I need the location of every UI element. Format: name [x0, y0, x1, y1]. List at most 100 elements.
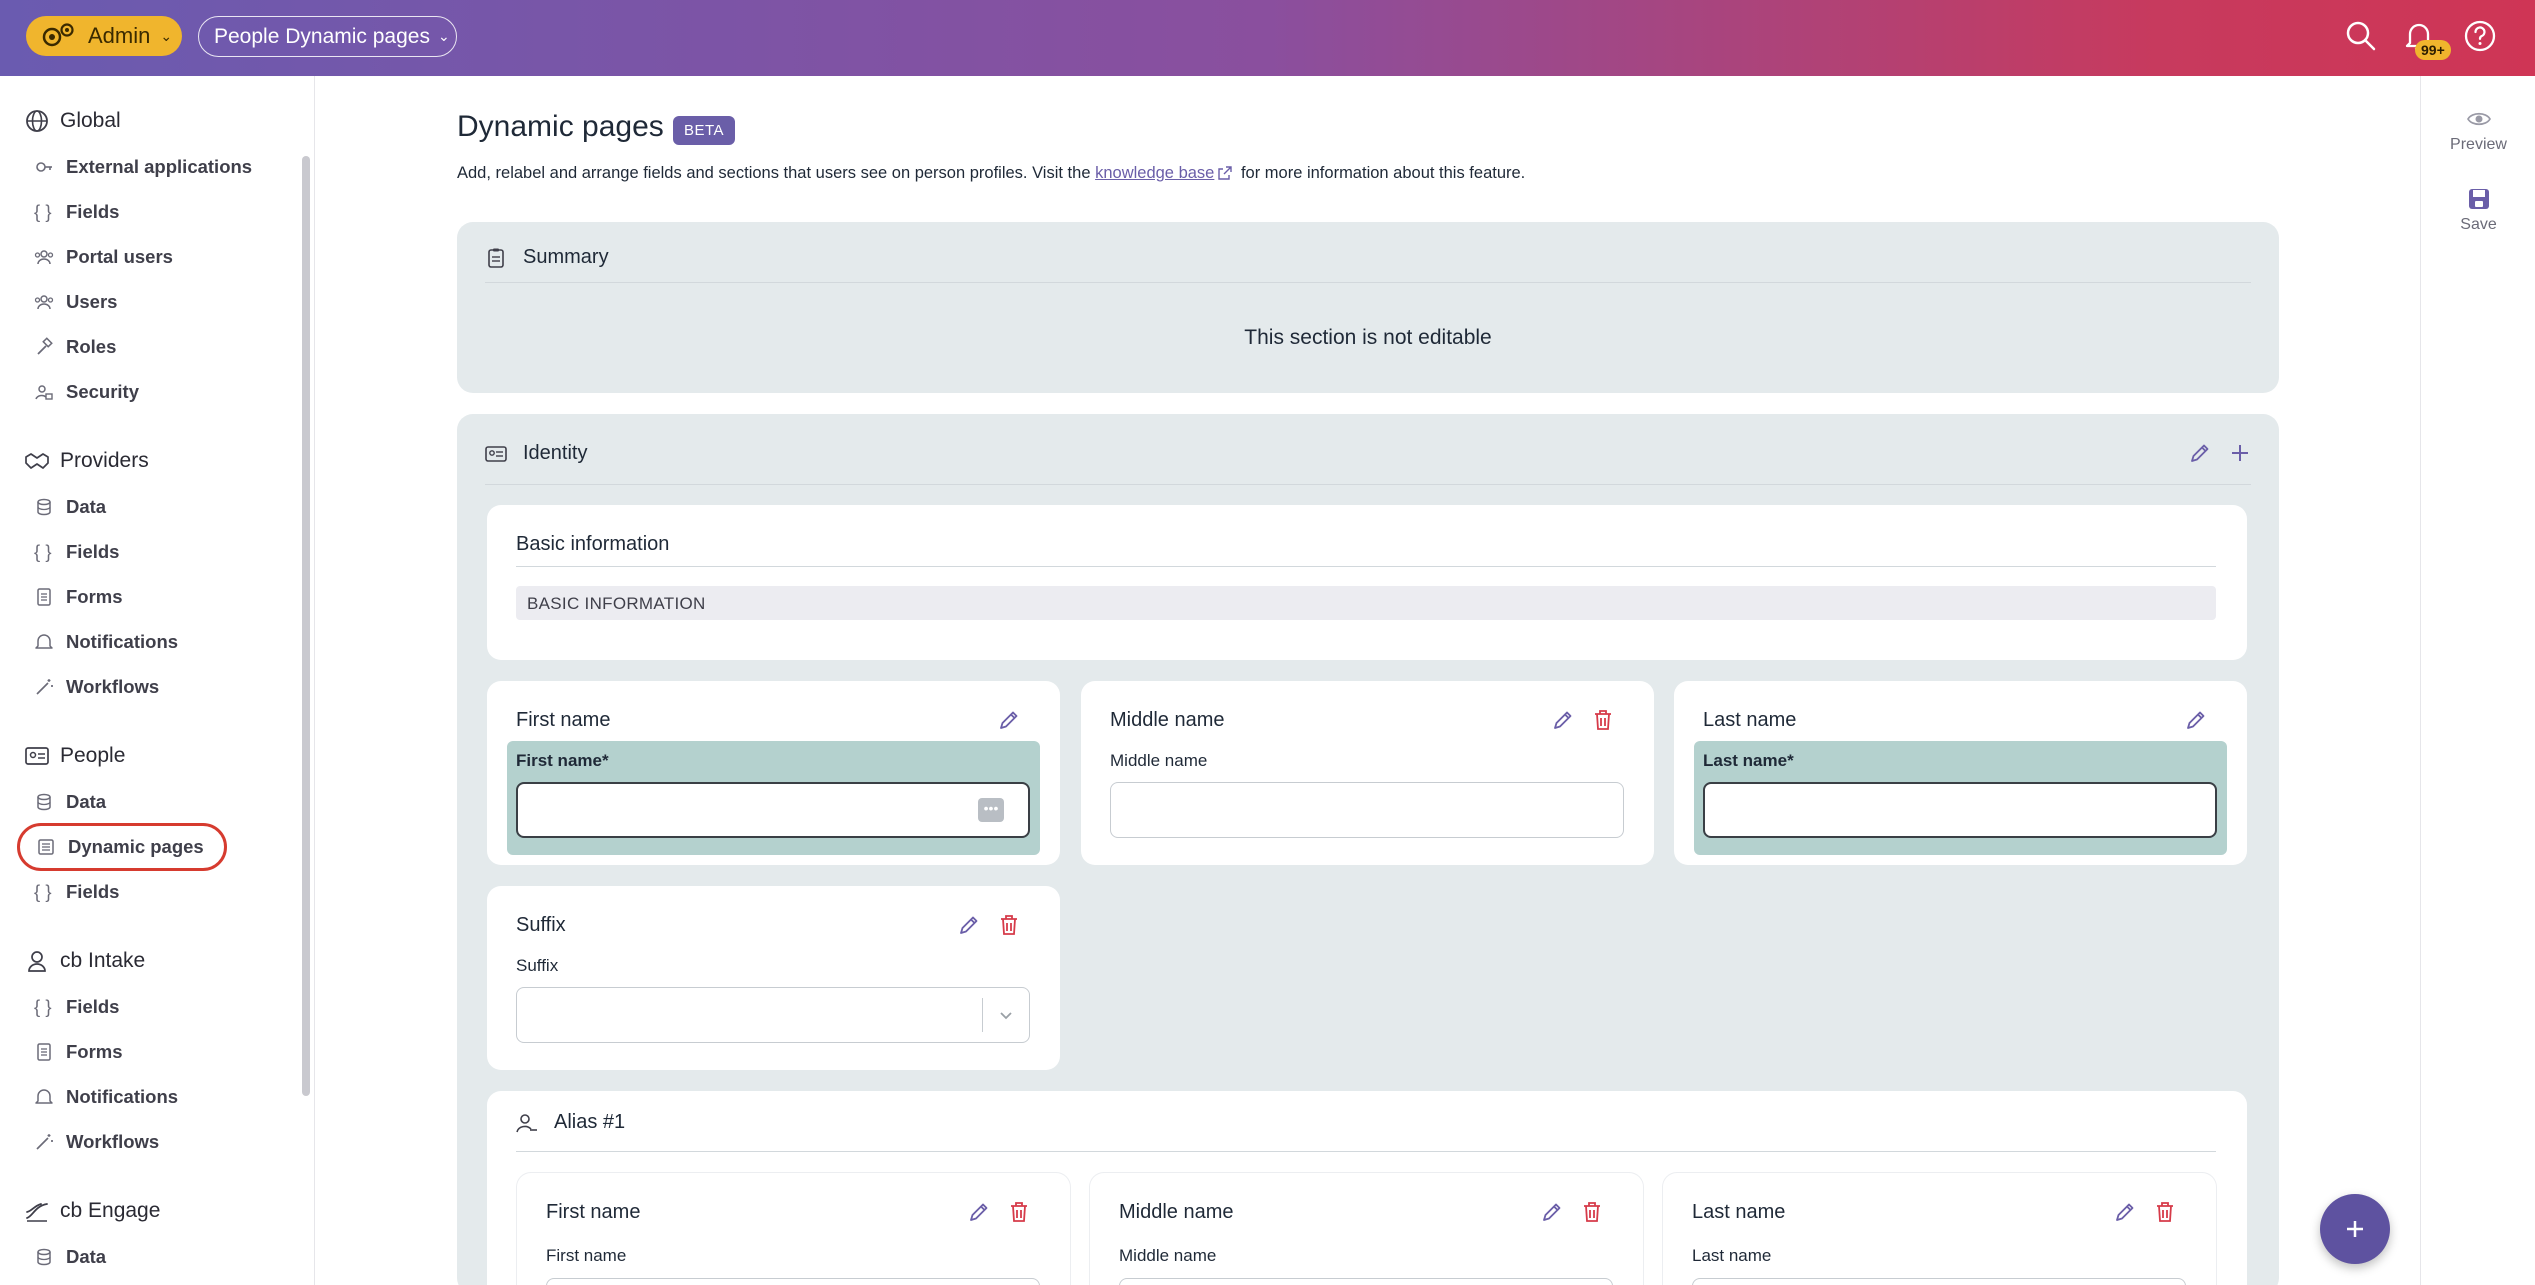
- field-card-title: First name: [516, 709, 611, 731]
- eye-icon: [2466, 112, 2491, 126]
- chevron-down-icon[interactable]: [997, 1006, 1015, 1024]
- sidebar-item-intake-workflows[interactable]: Workflows: [34, 1131, 159, 1153]
- knowledge-base-link[interactable]: knowledge base: [1095, 164, 1214, 182]
- field-card-middle-name[interactable]: Middle name Middle name: [1081, 681, 1654, 865]
- bell-icon: [35, 1089, 53, 1104]
- trash-icon[interactable]: [2152, 1199, 2178, 1225]
- alias-field-card-last-name[interactable]: Last name Last name: [1663, 1173, 2216, 1285]
- alias-header: Alias #1: [516, 1111, 625, 1134]
- trash-icon[interactable]: [1590, 707, 1616, 733]
- page-selector[interactable]: People Dynamic pages ⌄: [198, 16, 457, 57]
- field-card-last-name[interactable]: Last name Last name*: [1674, 681, 2247, 865]
- admin-menu-button[interactable]: Admin ⌄: [26, 16, 182, 56]
- chevron-down-icon: ⌄: [437, 28, 450, 44]
- sidebar-item-dynamic-pages[interactable]: Dynamic pages: [17, 823, 227, 871]
- sidebar-scrollbar[interactable]: [302, 156, 310, 1096]
- sidebar-item-people-data[interactable]: Data: [34, 791, 106, 813]
- sidebar: Global External applications { } Fields …: [0, 76, 315, 1285]
- notification-count-badge: 99+: [2415, 40, 2451, 60]
- divider: [485, 282, 2251, 283]
- sidebar-item-fields[interactable]: { } Fields: [34, 201, 119, 223]
- save-icon: [2468, 189, 2489, 209]
- sidebar-item-portal-users[interactable]: Portal users: [34, 246, 173, 268]
- pencil-icon[interactable]: [2187, 440, 2213, 466]
- sidebar-item-providers-fields[interactable]: { } Fields: [34, 541, 119, 563]
- divider: [516, 1151, 2216, 1152]
- save-button[interactable]: Save: [2421, 186, 2535, 234]
- pencil-icon[interactable]: [956, 912, 982, 938]
- field-card-title: Last name: [1692, 1201, 1786, 1223]
- pencil-icon[interactable]: [2183, 707, 2209, 733]
- bell-icon: [35, 634, 53, 649]
- preview-button[interactable]: Preview: [2421, 106, 2535, 154]
- field-card-suffix[interactable]: Suffix Suffix: [487, 886, 1060, 1070]
- pencil-icon[interactable]: [1539, 1199, 1565, 1225]
- sidebar-item-intake-notifications[interactable]: Notifications: [34, 1086, 178, 1108]
- plus-icon: [2347, 1221, 2363, 1237]
- sidebar-item-engage-data[interactable]: Data: [34, 1246, 106, 1268]
- add-floating-button[interactable]: [2320, 1194, 2390, 1264]
- sidebar-item-users[interactable]: Users: [34, 291, 117, 313]
- alias-title: Alias #1: [554, 1111, 626, 1133]
- alias-field-card-first-name[interactable]: First name First name: [517, 1173, 1070, 1285]
- user-alias-icon: [516, 1113, 537, 1132]
- sidebar-item-external-applications[interactable]: External applications: [34, 156, 252, 178]
- page-title: Dynamic pages: [457, 110, 664, 143]
- sidebar-item-providers-forms[interactable]: Forms: [34, 586, 123, 608]
- users-group-icon: [34, 250, 54, 265]
- page-description: Add, relabel and arrange fields and sect…: [457, 164, 1526, 182]
- field-card-title: First name: [546, 1201, 641, 1223]
- sidebar-item-providers-notifications[interactable]: Notifications: [34, 631, 178, 653]
- more-options-icon[interactable]: •••: [978, 798, 1004, 822]
- right-rail: Preview Save: [2420, 76, 2535, 1285]
- engage-icon: [26, 1203, 48, 1222]
- sidebar-item-roles[interactable]: Roles: [34, 336, 116, 358]
- sidebar-item-security[interactable]: Security: [34, 381, 139, 403]
- sidebar-item-providers-data[interactable]: Data: [34, 496, 106, 518]
- gears-icon: [42, 23, 74, 47]
- pencil-icon[interactable]: [1550, 707, 1576, 733]
- field-card-first-name[interactable]: First name First name* •••: [487, 681, 1060, 865]
- form-icon: [37, 1043, 51, 1061]
- sidebar-item-people-fields[interactable]: { } Fields: [34, 881, 119, 903]
- database-icon: [37, 1248, 51, 1266]
- braces-icon: { }: [34, 201, 52, 222]
- pencil-icon[interactable]: [996, 707, 1022, 733]
- form-icon: [37, 588, 51, 606]
- alias-middle-name-input[interactable]: [1119, 1278, 1613, 1285]
- braces-icon: { }: [34, 541, 52, 562]
- database-icon: [37, 498, 51, 516]
- suffix-select[interactable]: [516, 987, 1030, 1043]
- trash-icon[interactable]: [996, 912, 1022, 938]
- alias-field-card-middle-name[interactable]: Middle name Middle name: [1090, 1173, 1643, 1285]
- alias-last-name-input[interactable]: [1692, 1278, 2186, 1285]
- field-card-title: Suffix: [516, 914, 566, 936]
- main-content: Dynamic pages BETA Add, relabel and arra…: [315, 76, 2420, 1285]
- hammer-icon: [37, 337, 53, 355]
- field-label: Middle name: [1119, 1246, 1217, 1265]
- admin-label: Admin: [88, 23, 151, 48]
- sidebar-item-intake-forms[interactable]: Forms: [34, 1041, 123, 1063]
- wand-icon: [36, 1134, 53, 1150]
- alias-first-name-input[interactable]: [546, 1278, 1040, 1285]
- trash-icon[interactable]: [1006, 1199, 1032, 1225]
- beta-badge: BETA: [673, 116, 736, 145]
- help-icon[interactable]: [2462, 18, 2498, 54]
- trash-icon[interactable]: [1579, 1199, 1605, 1225]
- last-name-input[interactable]: [1703, 782, 2217, 838]
- sidebar-item-providers-workflows[interactable]: Workflows: [34, 676, 159, 698]
- plus-icon[interactable]: [2227, 440, 2253, 466]
- pencil-icon[interactable]: [2112, 1199, 2138, 1225]
- id-card-icon: [25, 747, 49, 765]
- identity-section: Identity Basic information BASIC INFORMA…: [457, 414, 2279, 1285]
- search-icon[interactable]: [2343, 18, 2379, 54]
- braces-icon: { }: [34, 881, 52, 902]
- first-name-input[interactable]: •••: [516, 782, 1030, 838]
- pencil-icon[interactable]: [966, 1199, 992, 1225]
- middle-name-input[interactable]: [1110, 782, 1624, 838]
- field-card-title: Middle name: [1119, 1201, 1234, 1223]
- field-label: Middle name: [1110, 751, 1208, 770]
- sidebar-item-intake-fields[interactable]: { } Fields: [34, 996, 119, 1018]
- person-intake-icon: [28, 951, 46, 972]
- external-link-icon: [1218, 166, 1233, 180]
